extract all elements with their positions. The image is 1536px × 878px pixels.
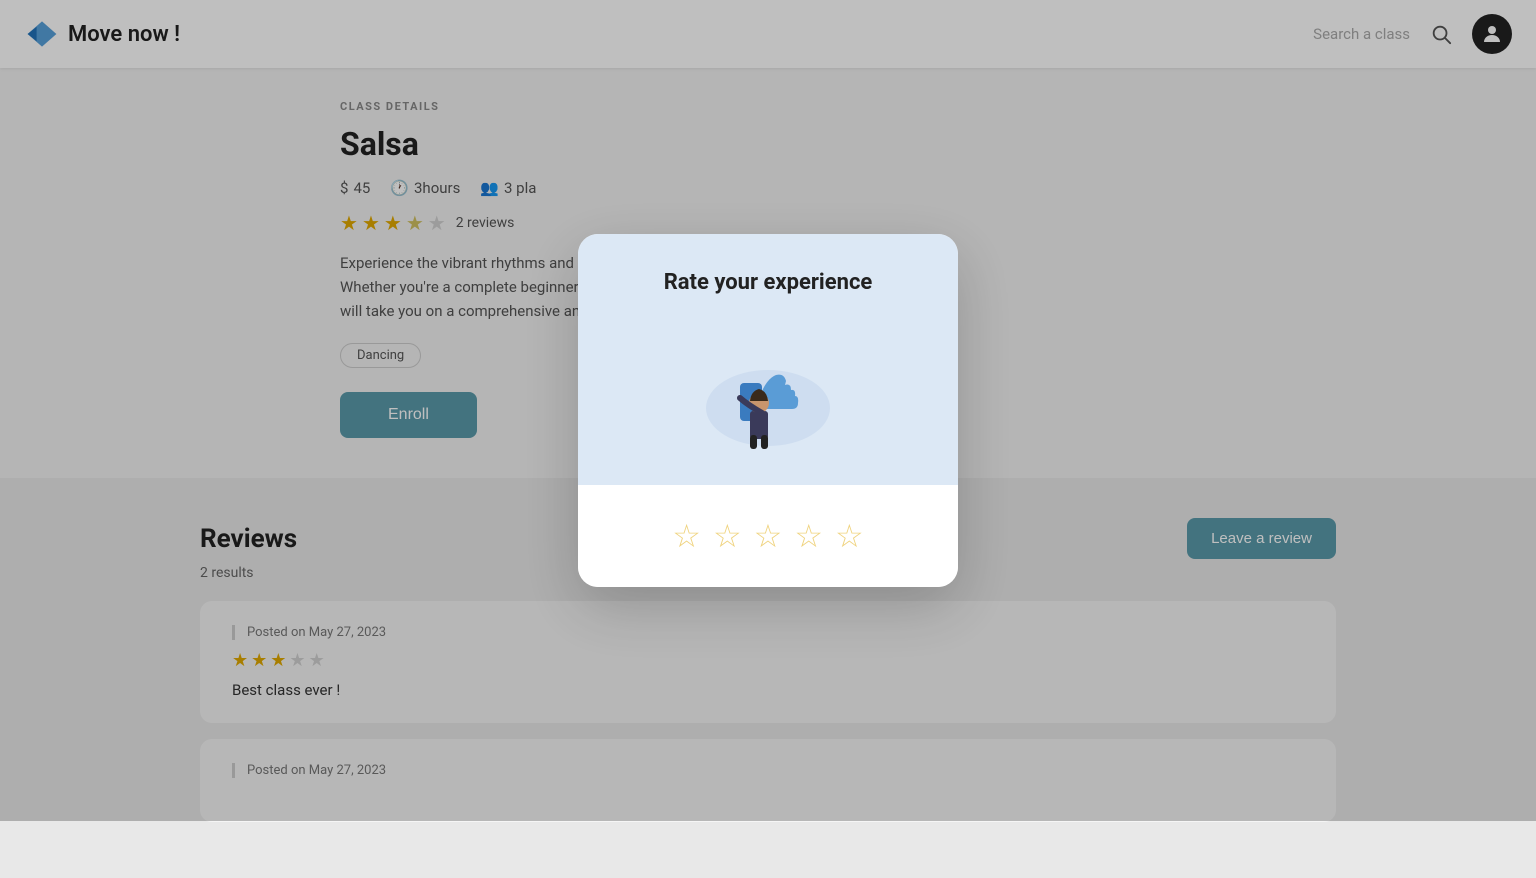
- modal-top: Rate your experience: [578, 234, 958, 485]
- modal-star-4[interactable]: ☆: [794, 517, 823, 555]
- rating-modal: Rate your experience: [578, 234, 958, 587]
- modal-star-3[interactable]: ☆: [754, 517, 783, 555]
- modal-illustration: [688, 323, 848, 453]
- modal-bottom: ☆ ☆ ☆ ☆ ☆: [578, 485, 958, 587]
- thumbs-up-illustration: [688, 323, 848, 453]
- modal-star-5[interactable]: ☆: [835, 517, 864, 555]
- modal-title: Rate your experience: [664, 270, 873, 295]
- modal-star-1[interactable]: ☆: [672, 517, 701, 555]
- modal-overlay[interactable]: Rate your experience: [0, 0, 1536, 821]
- modal-star-2[interactable]: ☆: [713, 517, 742, 555]
- modal-rating-stars[interactable]: ☆ ☆ ☆ ☆ ☆: [672, 517, 863, 555]
